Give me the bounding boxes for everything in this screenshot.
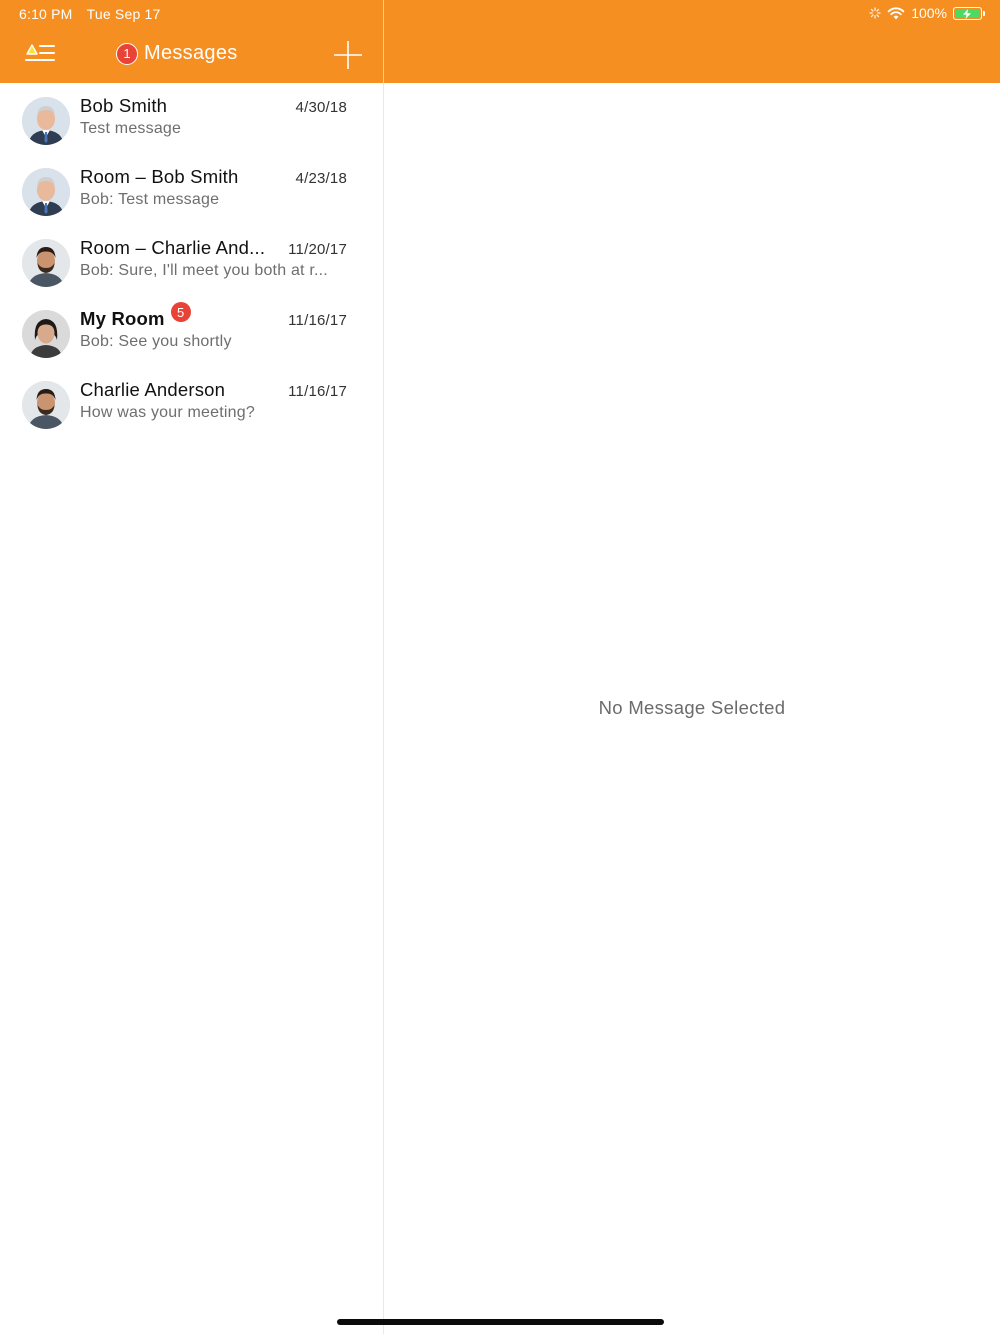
conversation-name: Bob Smith [80, 95, 168, 116]
app-header: 6:10 PM Tue Sep 17 100% 1 Messages [0, 0, 1000, 83]
conversation-date: 11/16/17 [288, 383, 347, 400]
header-divider [383, 0, 384, 83]
bob-smith-avatar [22, 97, 70, 145]
conversation-preview: Bob: Sure, I'll meet you both at r... [80, 262, 328, 279]
battery-charging-icon [953, 6, 985, 20]
conversation-date: 4/30/18 [295, 99, 347, 116]
conversation-preview: Bob: See you shortly [80, 333, 232, 350]
bob-smith-avatar [22, 168, 70, 216]
home-indicator[interactable] [337, 1319, 664, 1325]
conversation-name-text: My Room [80, 308, 165, 329]
new-message-button[interactable] [332, 39, 364, 71]
battery-percent: 100% [911, 5, 947, 21]
empty-state-text: No Message Selected [598, 697, 786, 718]
conversation-item[interactable]: Room – Charlie And... Bob: Sure, I'll me… [0, 225, 383, 296]
charlie-anderson-avatar [22, 239, 70, 287]
conversation-name: Charlie Anderson [80, 379, 226, 400]
unread-badge: 5 [170, 302, 191, 322]
conversation-date: 11/20/17 [288, 241, 347, 258]
conversation-preview: How was your meeting? [80, 404, 255, 421]
conversation-item[interactable]: Charlie Anderson How was your meeting? 1… [0, 367, 383, 438]
wifi-icon [887, 6, 905, 19]
conversation-item[interactable]: Room – Bob Smith Bob: Test message 4/23/… [0, 154, 383, 225]
unread-count-badge: 1 [116, 42, 138, 65]
status-date: Tue Sep 17 [86, 6, 161, 22]
page-title: Messages [144, 42, 238, 64]
plus-icon [334, 41, 362, 69]
conversation-preview: Test message [80, 120, 182, 137]
activity-icon [869, 7, 881, 19]
conversation-list: Bob Smith Test message 4/30/18 Room – Bo… [0, 83, 384, 1334]
conversation-date: 4/23/18 [295, 170, 347, 187]
charlie-anderson-avatar [22, 381, 70, 429]
message-detail-pane: No Message Selected [384, 83, 1000, 1334]
conversation-item[interactable]: Bob Smith Test message 4/30/18 [0, 83, 383, 154]
conversation-date: 11/16/17 [288, 312, 347, 329]
conversation-name: My Room 5 [80, 302, 191, 330]
menu-icon [25, 44, 55, 61]
conversation-item[interactable]: My Room 5 Bob: See you shortly 11/16/17 [0, 296, 383, 367]
woman-avatar [22, 310, 70, 358]
conversation-preview: Bob: Test message [80, 191, 220, 208]
menu-button[interactable] [24, 42, 58, 66]
status-bar-right: 100% [869, 5, 985, 21]
status-time: 6:10 PM [19, 6, 73, 22]
status-bar-left: 6:10 PM Tue Sep 17 [19, 6, 161, 22]
page-title-group: 1 Messages [116, 42, 238, 65]
conversation-name: Room – Bob Smith [80, 166, 239, 187]
conversation-name: Room – Charlie And... [80, 237, 266, 258]
